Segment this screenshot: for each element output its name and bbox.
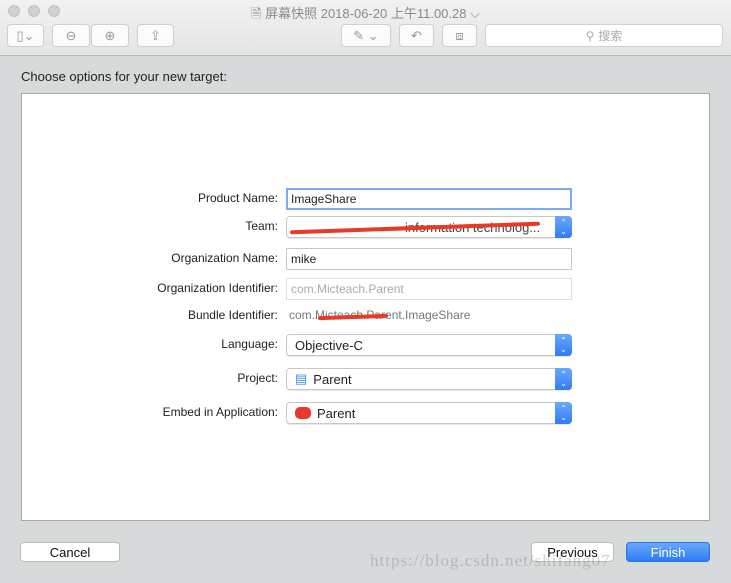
bundle-identifier-label: Bundle Identifier: bbox=[187, 308, 278, 322]
toolbox-button[interactable]: ⧈ bbox=[442, 24, 477, 47]
organization-name-label: Organization Name: bbox=[171, 251, 278, 265]
team-label: Team: bbox=[245, 219, 278, 233]
watermark: https://blog.csdn.net/shifang07 bbox=[370, 551, 611, 570]
stepper-icon: ⌃ ⌄ bbox=[555, 402, 572, 424]
organization-identifier-input[interactable]: com.Micteach.Parent bbox=[286, 278, 572, 300]
share-button[interactable]: ⇪ bbox=[137, 24, 174, 47]
zoom-in-button[interactable]: ⊕ bbox=[91, 24, 129, 47]
title-bar: 🗎 屏幕快照 2018-06-20 上午11.00.28 ⌵ ▯⌄ ⊖ ⊕ ⇪ … bbox=[0, 0, 731, 56]
organization-name-input[interactable]: mike bbox=[286, 248, 572, 270]
embed-in-application-label: Embed in Application: bbox=[162, 405, 278, 419]
toolbox-icon: ⧈ bbox=[455, 27, 464, 43]
product-name-row: Product Name: ImageShare bbox=[0, 188, 731, 210]
finish-button[interactable]: Finish bbox=[626, 542, 710, 562]
language-label: Language: bbox=[221, 337, 278, 351]
search-input[interactable]: ⚲ 搜索 bbox=[485, 24, 723, 47]
share-icon: ⇪ bbox=[150, 27, 161, 43]
stepper-icon: ⌃ ⌄ bbox=[555, 368, 572, 390]
markup-button[interactable]: ✎ ⌄ bbox=[341, 24, 391, 47]
rotate-button[interactable]: ↶ bbox=[399, 24, 434, 47]
search-icon: ⚲ bbox=[585, 28, 595, 43]
project-file-icon: ▤ bbox=[295, 371, 308, 386]
pen-icon: ✎ ⌄ bbox=[353, 27, 379, 43]
project-label: Project: bbox=[237, 371, 278, 385]
zoom-out-button[interactable]: ⊖ bbox=[52, 24, 90, 47]
project-select[interactable]: ▤ Parent ⌃ ⌄ bbox=[286, 368, 572, 390]
team-row: Team: information technolog...⌃⌄ bbox=[0, 216, 731, 238]
sidebar-toggle-button[interactable]: ▯⌄ bbox=[7, 24, 44, 47]
project-row: Project: ▤ Parent ⌃ ⌄ bbox=[0, 368, 731, 390]
organization-identifier-label: Organization Identifier: bbox=[157, 281, 278, 295]
cancel-button[interactable]: Cancel bbox=[20, 542, 120, 562]
product-name-label: Product Name: bbox=[197, 191, 278, 205]
document-icon: 🗎 bbox=[251, 6, 266, 21]
stepper-icon: ⌃ ⌄ bbox=[555, 216, 572, 238]
product-name-input[interactable]: ImageShare bbox=[286, 188, 572, 210]
stepper-icon: ⌃ ⌄ bbox=[555, 334, 572, 356]
app-icon bbox=[295, 407, 311, 419]
embed-in-application-select[interactable]: Parent ⌃ ⌄ bbox=[286, 402, 572, 424]
sheet-heading: Choose options for your new target: bbox=[21, 69, 227, 84]
bundle-identifier-row: Bundle Identifier: com.Micteach.Parent.I… bbox=[0, 305, 731, 327]
language-select[interactable]: Objective-C ⌃ ⌄ bbox=[286, 334, 572, 356]
language-row: Language: Objective-C ⌃ ⌄ bbox=[0, 334, 731, 356]
zoom-out-icon: ⊖ bbox=[65, 27, 77, 43]
organization-identifier-row: Organization Identifier: com.Micteach.Pa… bbox=[0, 278, 731, 300]
embed-row: Embed in Application: Parent ⌃ ⌄ bbox=[0, 402, 731, 424]
sidebar-icon: ▯⌄ bbox=[16, 27, 35, 43]
rotate-icon: ↶ bbox=[411, 27, 422, 43]
zoom-in-icon: ⊕ bbox=[104, 27, 116, 43]
organization-name-row: Organization Name: mike bbox=[0, 248, 731, 270]
